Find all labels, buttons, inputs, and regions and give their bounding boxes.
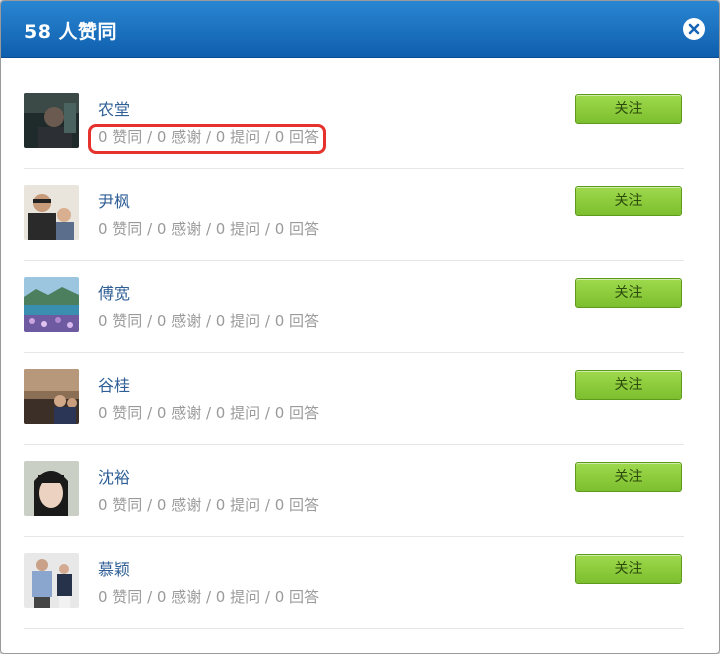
dialog-header: 58 人赞同 <box>1 1 719 58</box>
avatar[interactable] <box>24 461 79 516</box>
list-item: 农堂 0 赞同 / 0 感谢 / 0 提问 / 0 回答 关注 <box>24 77 684 169</box>
user-name[interactable]: 尹枫 <box>98 188 130 212</box>
avatar[interactable] <box>24 93 79 148</box>
user-stats: 0 赞同 / 0 感谢 / 0 提问 / 0 回答 <box>98 496 320 514</box>
close-icon[interactable] <box>683 18 705 40</box>
dialog-title: 58 人赞同 <box>24 21 118 43</box>
user-name[interactable]: 傅宽 <box>98 280 130 304</box>
avatar[interactable] <box>24 369 79 424</box>
list-item: 傅宽 0 赞同 / 0 感谢 / 0 提问 / 0 回答 关注 <box>24 261 684 353</box>
list-item: 慕颖 0 赞同 / 0 感谢 / 0 提问 / 0 回答 关注 <box>24 537 684 629</box>
user-stats: 0 赞同 / 0 感谢 / 0 提问 / 0 回答 <box>98 220 320 238</box>
voter-list: 农堂 0 赞同 / 0 感谢 / 0 提问 / 0 回答 关注 尹枫 0 赞同 … <box>24 77 684 629</box>
list-item: 尹枫 0 赞同 / 0 感谢 / 0 提问 / 0 回答 关注 <box>24 169 684 261</box>
voters-dialog: 58 人赞同 农堂 0 赞同 / 0 感谢 / 0 提问 / 0 回答 关注 尹… <box>0 0 720 654</box>
follow-button[interactable]: 关注 <box>575 94 682 124</box>
avatar[interactable] <box>24 553 79 608</box>
user-stats: 0 赞同 / 0 感谢 / 0 提问 / 0 回答 <box>98 588 320 606</box>
list-item: 谷桂 0 赞同 / 0 感谢 / 0 提问 / 0 回答 关注 <box>24 353 684 445</box>
follow-button[interactable]: 关注 <box>575 186 682 216</box>
follow-button[interactable]: 关注 <box>575 554 682 584</box>
follow-button[interactable]: 关注 <box>575 278 682 308</box>
user-stats: 0 赞同 / 0 感谢 / 0 提问 / 0 回答 <box>98 404 320 422</box>
user-name[interactable]: 沈裕 <box>98 464 130 488</box>
user-name[interactable]: 谷桂 <box>98 372 130 396</box>
user-name[interactable]: 慕颖 <box>98 556 130 580</box>
avatar[interactable] <box>24 277 79 332</box>
highlight-annotation <box>88 124 326 154</box>
list-item: 沈裕 0 赞同 / 0 感谢 / 0 提问 / 0 回答 关注 <box>24 445 684 537</box>
user-stats: 0 赞同 / 0 感谢 / 0 提问 / 0 回答 <box>98 312 320 330</box>
follow-button[interactable]: 关注 <box>575 370 682 400</box>
follow-button[interactable]: 关注 <box>575 462 682 492</box>
avatar[interactable] <box>24 185 79 240</box>
user-name[interactable]: 农堂 <box>98 96 130 120</box>
